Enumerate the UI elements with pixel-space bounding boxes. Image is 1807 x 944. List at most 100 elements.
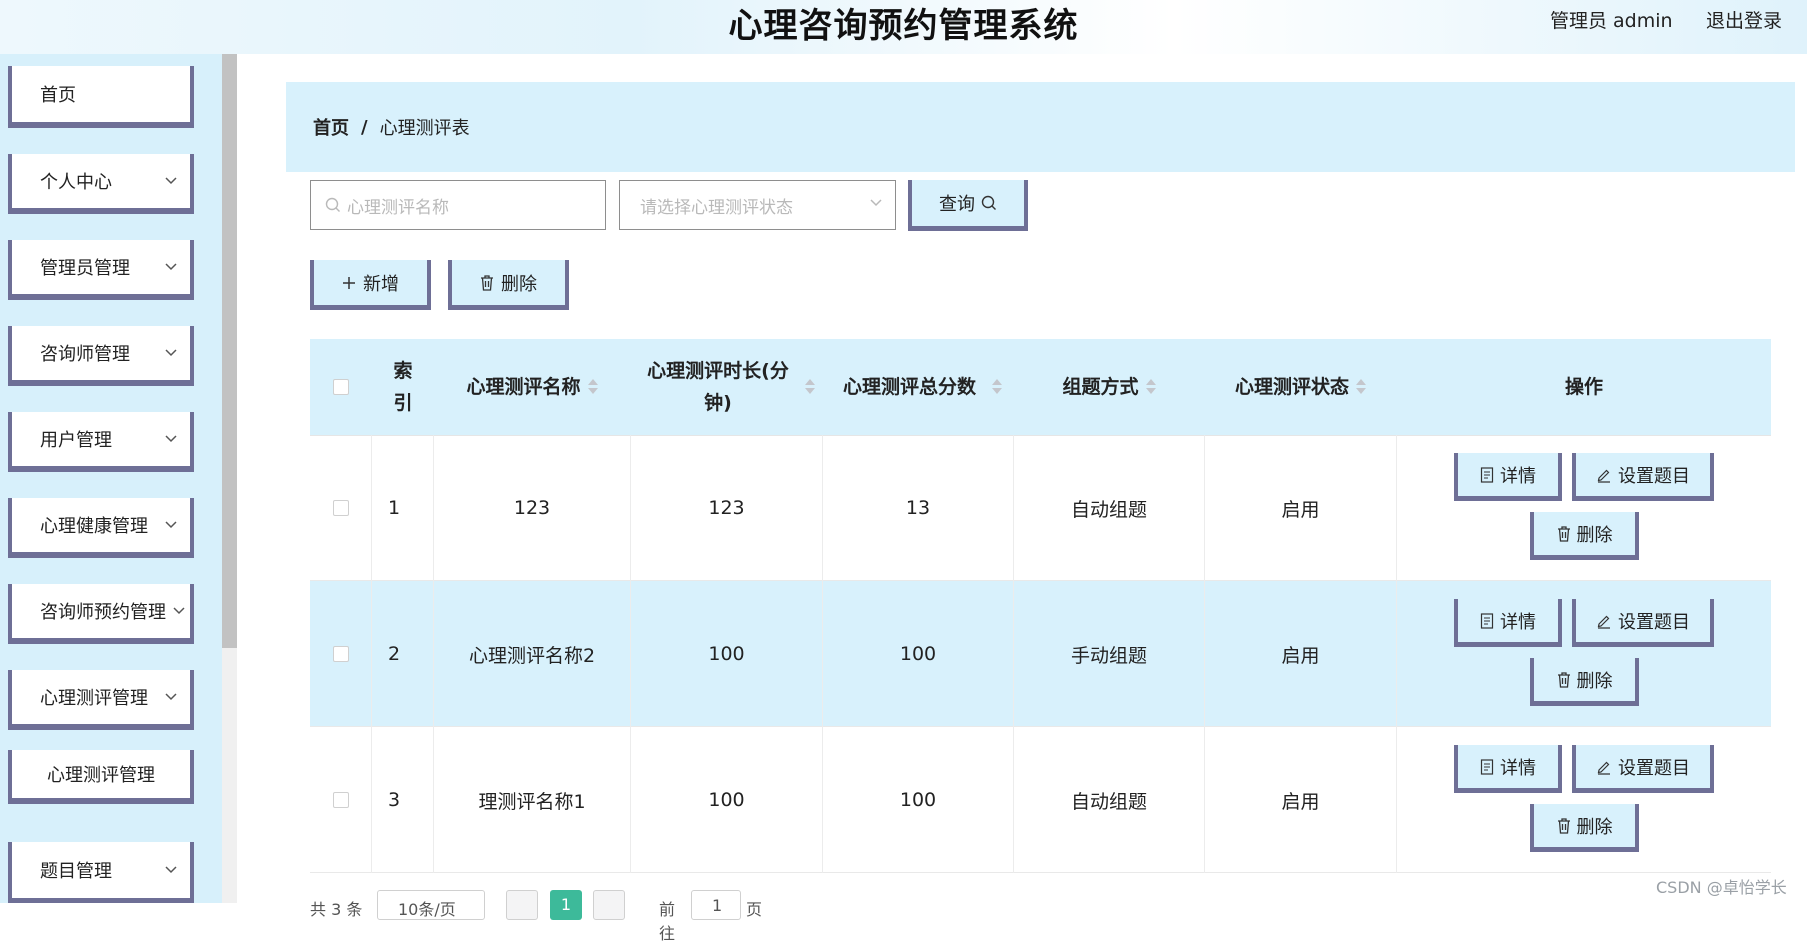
cell-name: 心理测评名称2 bbox=[434, 581, 631, 727]
trash-icon bbox=[480, 274, 494, 291]
search-icon bbox=[981, 195, 997, 211]
setup-questions-button[interactable]: 设置题目 bbox=[1572, 453, 1714, 501]
main-content: 首页 / 心理测评表 心理测评名称 请选择心理测评状态 查询 新增 删除 索引 … bbox=[237, 54, 1807, 943]
sidebar-subitem-assessment-management[interactable]: 心理测评管理 bbox=[8, 750, 194, 804]
document-icon bbox=[1480, 612, 1494, 629]
query-button[interactable]: 查询 bbox=[908, 180, 1028, 231]
prev-page-button[interactable] bbox=[506, 890, 538, 920]
status-select[interactable]: 请选择心理测评状态 bbox=[619, 180, 896, 230]
chevron-down-icon bbox=[164, 154, 178, 208]
column-header-status[interactable]: 心理测评状态 bbox=[1205, 339, 1397, 435]
row-checkbox[interactable] bbox=[332, 646, 349, 662]
trash-icon bbox=[1557, 817, 1571, 834]
cell-score: 100 bbox=[823, 581, 1014, 727]
search-icon bbox=[325, 197, 341, 213]
sidebar-item-counselor-management[interactable]: 咨询师管理 bbox=[8, 326, 194, 386]
query-button-label: 查询 bbox=[939, 194, 975, 215]
detail-button[interactable]: 详情 bbox=[1454, 745, 1562, 793]
detail-button[interactable]: 详情 bbox=[1454, 599, 1562, 647]
batch-delete-label: 删除 bbox=[501, 273, 537, 295]
column-header-index: 索引 bbox=[393, 360, 413, 414]
sidebar-item-label: 题目管理 bbox=[40, 861, 112, 882]
sidebar-scrollbar-thumb[interactable] bbox=[222, 54, 237, 648]
sidebar-item-label: 心理健康管理 bbox=[40, 516, 148, 537]
chevron-down-icon bbox=[869, 198, 883, 208]
chevron-down-icon bbox=[164, 412, 178, 466]
sidebar-item-label: 心理测评管理 bbox=[47, 765, 155, 786]
detail-button[interactable]: 详情 bbox=[1454, 453, 1562, 501]
sort-icon[interactable] bbox=[804, 378, 816, 396]
sidebar-item-assessment-management[interactable]: 心理测评管理 bbox=[8, 670, 194, 730]
logout-link[interactable]: 退出登录 bbox=[1706, 6, 1782, 33]
document-icon bbox=[1480, 758, 1494, 775]
column-header-duration[interactable]: 心理测评时长(分钟) bbox=[631, 339, 823, 435]
sort-icon[interactable] bbox=[587, 378, 599, 396]
setup-questions-button[interactable]: 设置题目 bbox=[1572, 745, 1714, 793]
sidebar-item-mental-health[interactable]: 心理健康管理 bbox=[8, 498, 194, 558]
goto-suffix: 页 bbox=[746, 900, 763, 919]
column-header-name[interactable]: 心理测评名称 bbox=[434, 339, 631, 435]
goto-page-input[interactable]: 1 bbox=[691, 890, 741, 920]
select-all-checkbox[interactable] bbox=[333, 379, 349, 395]
sidebar-item-label: 心理测评管理 bbox=[40, 688, 148, 709]
cell-status: 启用 bbox=[1205, 727, 1397, 873]
cell-actions: 详情 设置题目 删除 bbox=[1397, 727, 1771, 873]
row-delete-button[interactable]: 删除 bbox=[1530, 658, 1639, 706]
trash-icon bbox=[1557, 671, 1571, 688]
batch-delete-button[interactable]: 删除 bbox=[448, 260, 569, 310]
app-title: 心理咨询预约管理系统 bbox=[728, 6, 1079, 46]
cell-score: 13 bbox=[823, 435, 1014, 581]
breadcrumb-current: 心理测评表 bbox=[379, 118, 470, 139]
name-search-input[interactable]: 心理测评名称 bbox=[310, 180, 606, 230]
row-delete-button[interactable]: 删除 bbox=[1530, 804, 1639, 852]
column-header-score[interactable]: 心理测评总分数 bbox=[823, 339, 1014, 435]
next-page-button[interactable] bbox=[593, 890, 625, 920]
table-row: 2 心理测评名称2 100 100 手动组题 启用 详情 设置题目 删除 bbox=[310, 581, 1771, 727]
sort-icon[interactable] bbox=[1355, 378, 1367, 396]
table-header: 索引 心理测评名称 心理测评时长(分钟) 心理测评总分数 组题方式 心理测评状态… bbox=[310, 339, 1771, 436]
sort-icon[interactable] bbox=[1145, 378, 1157, 396]
sidebar-item-label: 咨询师管理 bbox=[40, 344, 130, 365]
setup-questions-button[interactable]: 设置题目 bbox=[1572, 599, 1714, 647]
column-header-mode[interactable]: 组题方式 bbox=[1014, 339, 1205, 435]
cell-index: 2 bbox=[372, 581, 434, 727]
cell-name: 理测评名称1 bbox=[434, 727, 631, 873]
cell-score: 100 bbox=[823, 727, 1014, 873]
row-checkbox[interactable] bbox=[332, 792, 349, 808]
add-button[interactable]: 新增 bbox=[310, 260, 431, 310]
sidebar-item-question-management[interactable]: 题目管理 bbox=[8, 842, 194, 903]
cell-status: 启用 bbox=[1205, 581, 1397, 727]
watermark: CSDN @卓怡学长 bbox=[1656, 878, 1787, 897]
row-delete-button[interactable]: 删除 bbox=[1530, 512, 1639, 560]
chevron-down-icon bbox=[164, 842, 178, 898]
cell-index: 1 bbox=[372, 435, 434, 581]
name-search-placeholder: 心理测评名称 bbox=[347, 197, 449, 218]
trash-icon bbox=[1557, 525, 1571, 542]
breadcrumb-home[interactable]: 首页 bbox=[313, 114, 349, 140]
sidebar-item-label: 用户管理 bbox=[40, 430, 112, 451]
plus-icon bbox=[342, 276, 356, 290]
breadcrumb-separator: / bbox=[361, 116, 368, 138]
column-header-actions: 操作 bbox=[1564, 376, 1603, 398]
page-number-current[interactable]: 1 bbox=[550, 890, 582, 920]
row-select-cell bbox=[310, 435, 372, 581]
sort-icon[interactable] bbox=[991, 378, 1003, 396]
sidebar-item-label: 首页 bbox=[40, 85, 76, 106]
table-row: 3 理测评名称1 100 100 自动组题 启用 详情 设置题目 删除 bbox=[310, 727, 1771, 873]
row-select-cell bbox=[310, 727, 372, 873]
cell-name: 123 bbox=[434, 435, 631, 581]
row-checkbox[interactable] bbox=[332, 500, 349, 516]
cell-duration: 100 bbox=[631, 727, 823, 873]
cell-status: 启用 bbox=[1205, 435, 1397, 581]
sidebar-item-appointment-management[interactable]: 咨询师预约管理 bbox=[8, 584, 194, 644]
sidebar: 首页 个人中心 管理员管理 咨询师管理 用户管理 心理健康管理 咨询师预约管理 … bbox=[0, 54, 237, 903]
edit-pen-icon bbox=[1596, 467, 1612, 483]
cell-index: 3 bbox=[372, 727, 434, 873]
sidebar-item-admin-management[interactable]: 管理员管理 bbox=[8, 240, 194, 300]
table-row: 1 123 123 13 自动组题 启用 详情 设置题目 删除 bbox=[310, 435, 1771, 581]
sidebar-item-profile[interactable]: 个人中心 bbox=[8, 154, 194, 214]
chevron-down-icon bbox=[172, 584, 186, 638]
sidebar-item-home[interactable]: 首页 bbox=[8, 66, 194, 128]
page-size-select[interactable]: 10条/页 bbox=[377, 890, 485, 920]
sidebar-item-user-management[interactable]: 用户管理 bbox=[8, 412, 194, 472]
